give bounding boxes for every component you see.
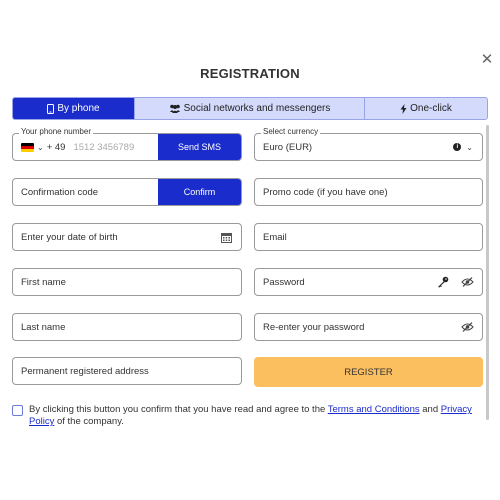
- repeat-password-input[interactable]: Re-enter your password: [255, 322, 460, 333]
- scrollbar[interactable]: [486, 125, 489, 420]
- key-icon[interactable]: [436, 275, 450, 289]
- eye-slash-icon[interactable]: [460, 320, 474, 334]
- lightning-icon: [400, 103, 407, 114]
- eye-slash-icon[interactable]: [460, 275, 474, 289]
- agreement-checkbox[interactable]: [12, 405, 23, 416]
- tab-label: By phone: [57, 103, 100, 114]
- confirmation-code-input[interactable]: Confirmation code: [13, 187, 158, 198]
- country-code: + 49: [46, 141, 66, 153]
- tab-label: Social networks and messengers: [183, 103, 331, 114]
- info-icon[interactable]: i: [453, 143, 462, 151]
- chevron-down-icon[interactable]: ⌄: [466, 143, 473, 152]
- phone-field[interactable]: Your phone number ⌄ + 49 1512 3456789 Se…: [12, 127, 242, 161]
- currency-value: Euro (EUR): [263, 141, 313, 153]
- calendar-icon[interactable]: [219, 230, 233, 244]
- first-name-input[interactable]: First name: [13, 277, 241, 288]
- registration-tabs: By phone Social networks and messengers …: [12, 97, 488, 120]
- tab-social-networks[interactable]: Social networks and messengers: [135, 98, 365, 119]
- chevron-down-icon[interactable]: ⌄: [37, 143, 44, 152]
- send-sms-button[interactable]: Send SMS: [158, 134, 241, 160]
- date-of-birth-field[interactable]: Enter your date of birth: [12, 223, 242, 251]
- confirmation-code-field[interactable]: Confirmation code Confirm: [12, 178, 242, 206]
- currency-select[interactable]: Select currency Euro (EUR) i ⌄: [254, 127, 483, 161]
- promo-code-input[interactable]: Promo code (if you have one): [255, 187, 482, 198]
- tab-one-click[interactable]: One-click: [365, 98, 487, 119]
- password-input[interactable]: Password: [255, 277, 436, 288]
- register-button[interactable]: REGISTER: [254, 357, 483, 387]
- address-input[interactable]: Permanent registered address: [13, 366, 241, 377]
- email-input[interactable]: Email: [255, 232, 482, 243]
- agreement-prefix: By clicking this button you confirm that…: [29, 404, 328, 415]
- repeat-password-field[interactable]: Re-enter your password: [254, 313, 483, 341]
- promo-code-field[interactable]: Promo code (if you have one): [254, 178, 483, 206]
- phone-input[interactable]: 1512 3456789: [73, 142, 158, 153]
- confirm-button[interactable]: Confirm: [158, 179, 241, 205]
- phone-legend: Your phone number: [19, 127, 93, 136]
- close-icon[interactable]: ✕: [480, 52, 494, 67]
- agreement-suffix: of the company.: [54, 416, 124, 427]
- date-of-birth-input[interactable]: Enter your date of birth: [13, 232, 219, 243]
- agreement-middle: and: [419, 404, 441, 415]
- terms-link[interactable]: Terms and Conditions: [328, 404, 420, 415]
- first-name-field[interactable]: First name: [12, 268, 242, 296]
- last-name-field[interactable]: Last name: [12, 313, 242, 341]
- users-icon: [169, 104, 180, 113]
- tab-by-phone[interactable]: By phone: [13, 98, 135, 119]
- phone-icon: [47, 103, 55, 114]
- agreement-text: By clicking this button you confirm that…: [12, 404, 487, 428]
- dialog-title: REGISTRATION: [200, 66, 300, 81]
- germany-flag-icon[interactable]: [21, 142, 34, 152]
- email-field[interactable]: Email: [254, 223, 483, 251]
- last-name-input[interactable]: Last name: [13, 322, 241, 333]
- tab-label: One-click: [410, 103, 452, 114]
- address-field[interactable]: Permanent registered address: [12, 357, 242, 385]
- currency-legend: Select currency: [261, 127, 321, 136]
- password-field[interactable]: Password: [254, 268, 483, 296]
